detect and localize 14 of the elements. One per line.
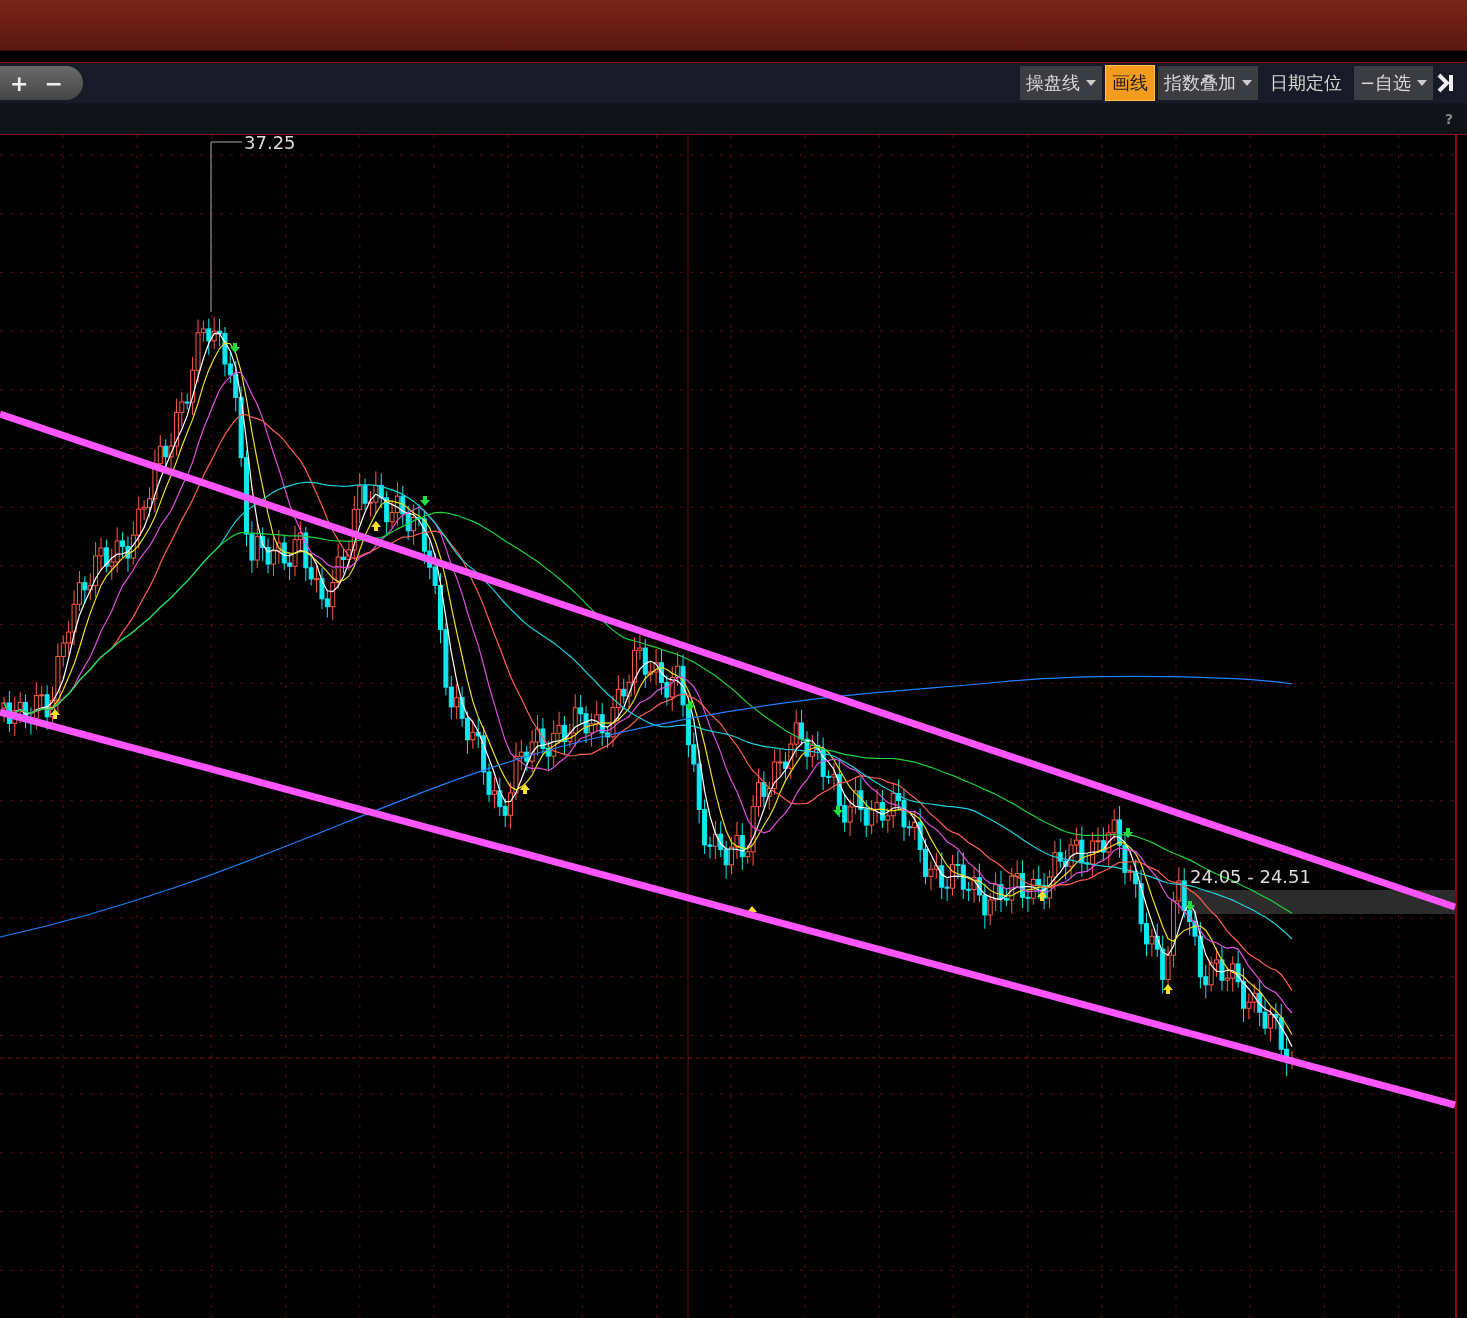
dropdown-button[interactable]: −自选 xyxy=(1353,66,1433,100)
toolbar-button[interactable]: 画线 xyxy=(1105,66,1154,100)
caret-icon xyxy=(1085,80,1096,86)
trend-line[interactable] xyxy=(0,410,1457,911)
caret-icon xyxy=(1417,80,1427,86)
trend-line[interactable] xyxy=(0,708,1456,1109)
dropdown-button[interactable]: 指数叠加 xyxy=(1157,66,1258,100)
zoom-out-button[interactable]: − xyxy=(36,66,71,100)
zoom-in-button[interactable]: + xyxy=(2,66,37,100)
caret-icon xyxy=(1241,80,1252,86)
high-price-label: 37.25 xyxy=(244,132,296,153)
help-icon[interactable]: ? xyxy=(1444,110,1453,127)
dropdown-button[interactable]: 操盘线 xyxy=(1019,66,1102,100)
toolbar-button[interactable]: 日期定位 xyxy=(1261,66,1350,100)
